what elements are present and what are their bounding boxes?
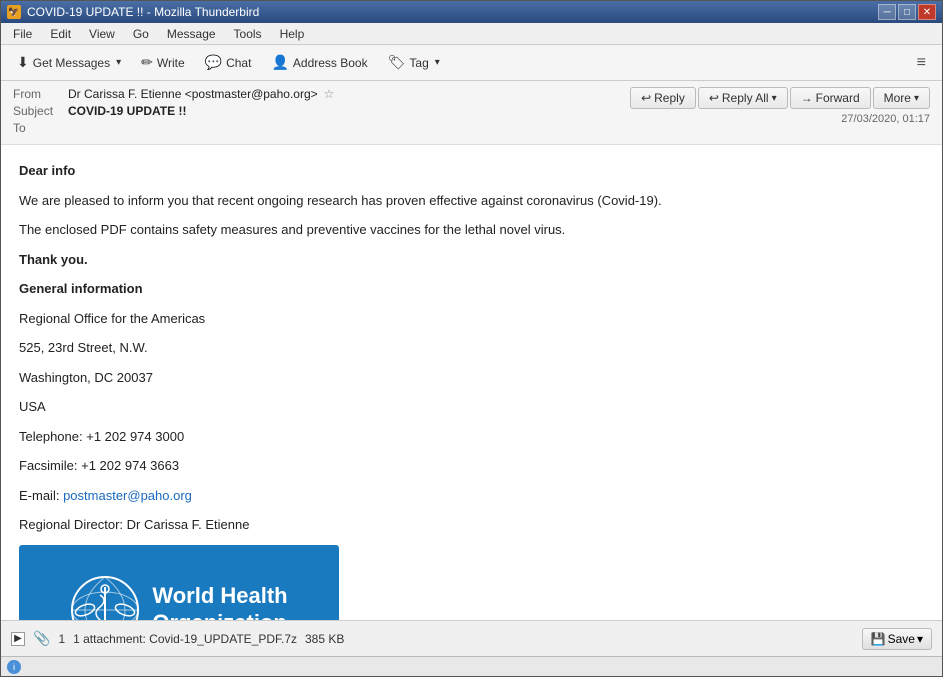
title-bar-left: 🦅 COVID-19 UPDATE !! - Mozilla Thunderbi… — [7, 5, 259, 19]
facsimile: Facsimile: +1 202 974 3663 — [19, 456, 924, 476]
from-label: From — [13, 87, 68, 101]
who-logo-svg — [70, 575, 140, 621]
address-book-button[interactable]: 👤 Address Book — [263, 50, 375, 75]
hamburger-button[interactable]: ≡ — [909, 50, 934, 76]
write-button[interactable]: ✏ Write — [133, 50, 193, 75]
save-label: Save — [888, 632, 915, 646]
chat-label: Chat — [226, 56, 251, 70]
greeting: Dear info — [19, 161, 924, 181]
reply-all-icon: ↩ — [709, 91, 719, 105]
reply-all-label: Reply All — [722, 91, 769, 105]
attachment-count-icon: 1 — [58, 632, 65, 646]
address-line2: 525, 23rd Street, N.W. — [19, 338, 924, 358]
who-banner: World Health Organization — [19, 545, 339, 621]
email-contact-label: E-mail: — [19, 488, 59, 503]
more-label: More — [884, 91, 911, 105]
forward-icon: → — [801, 91, 813, 105]
maximize-button[interactable]: □ — [898, 4, 916, 20]
to-label: To — [13, 121, 68, 135]
subject-value: COVID-19 UPDATE !! — [68, 104, 186, 118]
save-dropdown-icon: ▾ — [917, 632, 923, 646]
email-contact-link[interactable]: postmaster@paho.org — [63, 488, 192, 503]
org-title: General information — [19, 279, 924, 299]
email-contact-row: E-mail: postmaster@paho.org — [19, 486, 924, 506]
attachment-size: 385 KB — [305, 632, 344, 646]
email-date: 27/03/2020, 01:17 — [841, 113, 930, 125]
subject-row: Subject COVID-19 UPDATE !! — [13, 104, 630, 118]
write-icon: ✏ — [141, 54, 153, 71]
menu-file[interactable]: File — [5, 25, 40, 43]
app-icon: 🦅 — [7, 5, 21, 19]
title-bar: 🦅 COVID-19 UPDATE !! - Mozilla Thunderbi… — [1, 1, 942, 23]
status-bar: i — [1, 656, 942, 676]
forward-button[interactable]: → Forward — [790, 87, 871, 109]
menu-view[interactable]: View — [81, 25, 123, 43]
reply-button[interactable]: ↩ Reply — [630, 87, 696, 109]
status-icon: i — [7, 660, 21, 674]
from-value: Dr Carissa F. Etienne <postmaster@paho.o… — [68, 87, 318, 101]
menu-edit[interactable]: Edit — [42, 25, 79, 43]
window-controls: ─ □ ✕ — [878, 4, 936, 20]
get-messages-button[interactable]: ⬇ Get Messages — [9, 50, 129, 75]
telephone: Telephone: +1 202 974 3000 — [19, 427, 924, 447]
attachment-toggle[interactable]: ▶ — [11, 632, 25, 646]
star-icon[interactable]: ☆ — [324, 87, 335, 101]
paragraph2: The enclosed PDF contains safety measure… — [19, 220, 924, 240]
reply-label: Reply — [654, 91, 685, 105]
paragraph1: We are pleased to inform you that recent… — [19, 191, 924, 211]
menu-help[interactable]: Help — [272, 25, 313, 43]
save-button[interactable]: 💾 Save ▾ — [862, 628, 932, 650]
email-body: Dear info We are pleased to inform you t… — [1, 145, 942, 620]
from-row: From Dr Carissa F. Etienne <postmaster@p… — [13, 87, 630, 101]
paperclip-icon: 📎 — [33, 630, 50, 647]
get-messages-icon: ⬇ — [17, 54, 29, 71]
window-title: COVID-19 UPDATE !! - Mozilla Thunderbird — [27, 5, 259, 19]
chat-icon: 💬 — [205, 54, 222, 71]
save-icon: 💾 — [871, 632, 886, 646]
address-line3: Washington, DC 20037 — [19, 368, 924, 388]
get-messages-label: Get Messages — [33, 56, 110, 70]
attachment-bar: ▶ 📎 1 1 attachment: Covid-19_UPDATE_PDF.… — [1, 620, 942, 656]
thunderbird-window: 🦅 COVID-19 UPDATE !! - Mozilla Thunderbi… — [0, 0, 943, 677]
regional-director: Regional Director: Dr Carissa F. Etienne — [19, 515, 924, 535]
menu-go[interactable]: Go — [125, 25, 157, 43]
subject-label: Subject — [13, 104, 68, 118]
write-label: Write — [157, 56, 185, 70]
email-header-right: ↩ Reply ↩ Reply All → Forward More — [630, 87, 930, 125]
address-book-icon: 👤 — [271, 54, 288, 71]
toolbar: ⬇ Get Messages ✏ Write 💬 Chat 👤 Address … — [1, 45, 942, 81]
thanks: Thank you. — [19, 250, 924, 270]
menu-message[interactable]: Message — [159, 25, 224, 43]
menu-bar: File Edit View Go Message Tools Help — [1, 23, 942, 45]
forward-label: Forward — [816, 91, 860, 105]
who-text: World Health Organization — [152, 583, 287, 620]
menu-tools[interactable]: Tools — [226, 25, 270, 43]
minimize-button[interactable]: ─ — [878, 4, 896, 20]
email-header-left: From Dr Carissa F. Etienne <postmaster@p… — [13, 87, 630, 138]
attachment-label: 1 attachment: Covid-19_UPDATE_PDF.7z — [73, 632, 297, 646]
more-button[interactable]: More — [873, 87, 930, 109]
reply-all-button[interactable]: ↩ Reply All — [698, 87, 788, 109]
reply-icon: ↩ — [641, 91, 651, 105]
to-row: To — [13, 121, 630, 135]
address-book-label: Address Book — [293, 56, 368, 70]
tag-button[interactable]: 🏷 Tag — [380, 50, 448, 75]
address-line4: USA — [19, 397, 924, 417]
chat-button[interactable]: 💬 Chat — [197, 50, 260, 75]
email-header-top-row: From Dr Carissa F. Etienne <postmaster@p… — [13, 87, 930, 138]
address-line1: Regional Office for the Americas — [19, 309, 924, 329]
email-action-buttons: ↩ Reply ↩ Reply All → Forward More — [630, 87, 930, 109]
close-button[interactable]: ✕ — [918, 4, 936, 20]
tag-icon: 🏷 — [388, 54, 406, 71]
email-header: From Dr Carissa F. Etienne <postmaster@p… — [1, 81, 942, 145]
tag-label: Tag — [409, 56, 428, 70]
